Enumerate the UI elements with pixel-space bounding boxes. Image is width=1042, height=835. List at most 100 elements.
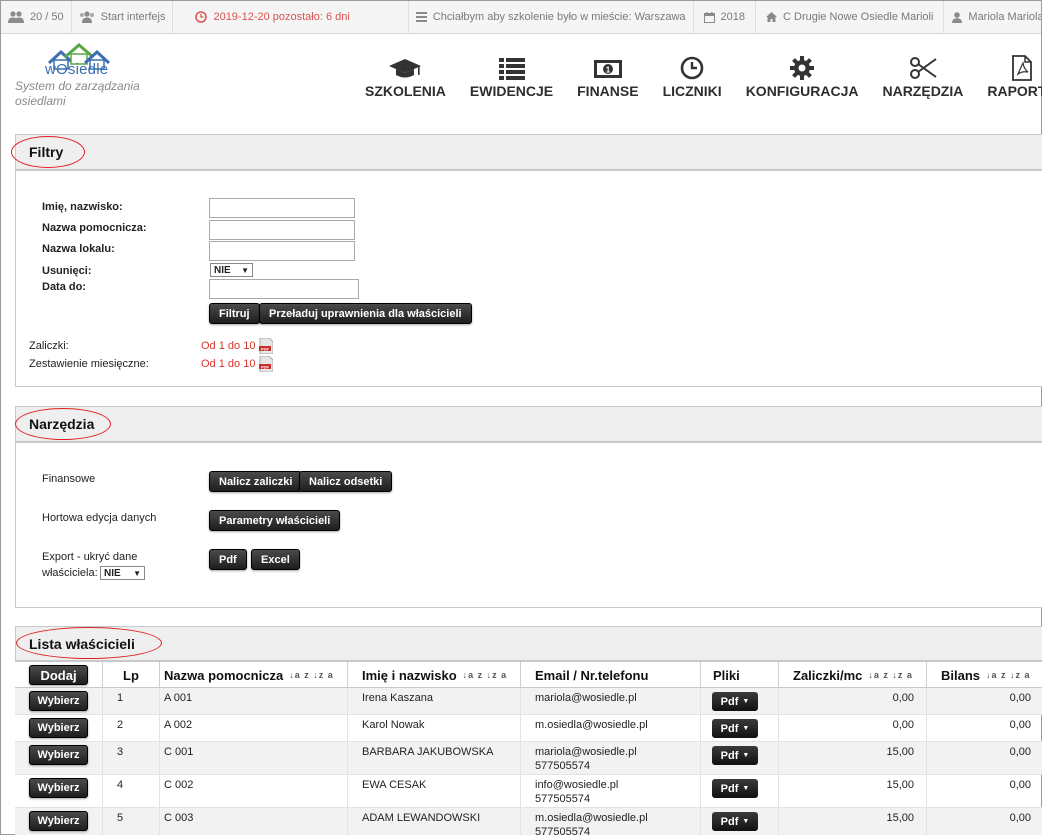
balance-cell: 0,00 xyxy=(1009,746,1031,758)
select-owner-button[interactable]: Wybierz xyxy=(29,745,88,765)
date-input[interactable] xyxy=(209,279,359,299)
export-hide-select[interactable]: NIE ▼ xyxy=(100,566,145,580)
nav-label: FINANSE xyxy=(577,83,639,99)
nav-item-szkolenia[interactable]: SZKOLENIA xyxy=(365,55,446,99)
dropdown-arrow-icon: ▼ xyxy=(241,265,249,275)
select-owner-button[interactable]: Wybierz xyxy=(29,718,88,738)
community-selector[interactable]: C Drugie Nowe Osiedle Marioli xyxy=(756,1,945,33)
sort-icon[interactable]: ↓a z ↓z a xyxy=(868,670,913,680)
sort-icon[interactable]: ↓a z ↓z a xyxy=(986,670,1031,680)
user-menu[interactable]: Mariola Mariola xyxy=(944,1,1041,33)
name-label: Imię, nazwisko: xyxy=(42,201,123,213)
charge-advances-button[interactable]: Nalicz zaliczki xyxy=(209,471,303,492)
pdf-dropdown-button[interactable]: Pdf ▼ xyxy=(712,779,758,798)
email-text[interactable]: info@wosiedle.pl xyxy=(535,778,700,792)
lp-cell: 2 xyxy=(103,715,160,741)
owners-table-header: Dodaj Lp Nazwa pomocnicza ↓a z ↓z a Imię … xyxy=(15,661,1042,688)
phone-text: 577505574 xyxy=(535,760,591,772)
users-count[interactable]: 20 / 50 xyxy=(1,1,72,33)
caret-down-icon: ▼ xyxy=(742,697,750,705)
email-text[interactable]: m.osiedla@wosiedle.pl xyxy=(535,811,700,825)
export-pdf-button[interactable]: Pdf xyxy=(209,549,247,570)
phone-text: 577505574 xyxy=(535,826,591,835)
select-owner-button[interactable]: Wybierz xyxy=(29,778,88,798)
contact-cell: m.osiedla@wosiedle.pl xyxy=(521,715,701,741)
nav-item-ewidencje[interactable]: EWIDENCJE xyxy=(470,55,553,99)
clock-icon xyxy=(680,56,704,80)
export-excel-button[interactable]: Excel xyxy=(251,549,300,570)
owner-params-button[interactable]: Parametry właścicieli xyxy=(209,510,341,531)
select-owner-button[interactable]: Wybierz xyxy=(29,691,88,711)
sort-icon[interactable]: ↓a z ↓z a xyxy=(463,670,508,680)
select-owner-button[interactable]: Wybierz xyxy=(29,811,88,831)
reload-permissions-button[interactable]: Przeładuj uprawnienia dla właścicieli xyxy=(259,303,472,324)
lp-header-text: Lp xyxy=(123,667,139,683)
balance-cell: 0,00 xyxy=(1009,779,1031,791)
deleted-select[interactable]: NIE ▼ xyxy=(210,263,253,277)
pdf-dropdown-label: Pdf xyxy=(720,722,739,735)
balance-column-header[interactable]: Bilans ↓a z ↓z a xyxy=(927,662,1042,688)
aux-name-label: Nazwa pomocnicza: xyxy=(42,222,147,234)
email-text[interactable]: mariola@wosiedle.pl xyxy=(535,745,700,759)
training-wish-link[interactable]: Chciałbym aby szkolenie było w mieście: … xyxy=(409,1,694,33)
advances-link[interactable]: Od 1 do 10 xyxy=(201,340,255,352)
start-interface-link[interactable]: Start interfejs xyxy=(72,1,174,33)
full-name-cell: EWA CESAK xyxy=(348,775,521,807)
pdf-dropdown-button[interactable]: Pdf ▼ xyxy=(712,812,758,831)
charge-interest-button[interactable]: Nalicz odsetki xyxy=(299,471,393,492)
nav-item-finanse[interactable]: 1 FINANSE xyxy=(577,55,639,99)
pdf-icon[interactable]: PDF xyxy=(259,356,273,372)
top-bar: 20 / 50 Start interfejs 2019-12-20 pozos… xyxy=(1,1,1041,34)
name-input[interactable] xyxy=(209,198,355,218)
filters-section-header: Filtry xyxy=(11,134,1042,170)
scissors-icon xyxy=(909,57,937,79)
pdf-dropdown-label: Pdf xyxy=(720,695,739,708)
aux-name-input[interactable] xyxy=(209,220,355,240)
balance-header-text: Bilans xyxy=(941,667,981,683)
aux-name-cell: C 001 xyxy=(160,742,348,774)
license-expiry[interactable]: 2019-12-20 pozostało: 6 dni xyxy=(173,1,409,33)
tools-section-header: Narzędzia xyxy=(15,406,1042,442)
nav-item-konfiguracja[interactable]: KONFIGURACJA xyxy=(746,55,858,99)
email-text[interactable]: mariola@wosiedle.pl xyxy=(535,691,700,705)
tools-panel: Finansowe Nalicz zaliczki Nalicz odsetki… xyxy=(15,442,1042,608)
pdf-dropdown-button[interactable]: Pdf ▼ xyxy=(712,719,758,738)
nav-label: LICZNIKI xyxy=(662,83,722,99)
advances-cell: 15,00 xyxy=(779,808,927,835)
bulk-edit-label: Hortowa edycja danych xyxy=(42,512,157,524)
aux-name-column-header[interactable]: Nazwa pomocnicza ↓a z ↓z a xyxy=(160,662,348,688)
svg-text:1: 1 xyxy=(606,66,611,75)
pdf-icon[interactable]: PDF xyxy=(259,338,273,354)
nav-item-liczniki[interactable]: LICZNIKI xyxy=(663,55,722,99)
full-name-column-header[interactable]: Imię i nazwisko ↓a z ↓z a xyxy=(348,662,521,688)
date-label: Data do: xyxy=(42,281,86,293)
advances-column-header[interactable]: Zaliczki/mc ↓a z ↓z a xyxy=(779,662,927,688)
pdf-dropdown-button[interactable]: Pdf ▼ xyxy=(712,692,758,711)
full-name-cell: ADAM LEWANDOWSKI xyxy=(348,808,521,835)
nav-item-narzedzia[interactable]: NARZĘDZIA xyxy=(882,55,963,99)
pdf-dropdown-button[interactable]: Pdf ▼ xyxy=(712,746,758,765)
monthly-summary-link[interactable]: Od 1 do 10 xyxy=(201,358,255,370)
email-text[interactable]: m.osiedla@wosiedle.pl xyxy=(535,718,700,732)
calendar-icon xyxy=(703,11,715,23)
highlight-ellipse xyxy=(15,408,111,440)
select-cell: Wybierz xyxy=(15,688,103,714)
sort-icon[interactable]: ↓a z ↓z a xyxy=(289,670,334,680)
money-icon: 1 xyxy=(593,60,622,78)
balance-cell: 0,00 xyxy=(1009,692,1031,704)
filter-button[interactable]: Filtruj xyxy=(209,303,260,324)
unit-name-input[interactable] xyxy=(209,241,355,261)
contact-cell: info@wosiedle.pl 577505574 xyxy=(521,775,701,807)
select-cell: Wybierz xyxy=(15,808,103,835)
nav-item-raporty[interactable]: RAPORTY xyxy=(987,55,1042,99)
export-label-line1: Export - ukryć dane xyxy=(42,551,138,563)
unit-name-label: Nazwa lokalu: xyxy=(42,243,115,255)
nav-label: SZKOLENIA xyxy=(365,83,446,99)
logo-text[interactable]: wOsiedle xyxy=(45,61,108,78)
files-cell: Pdf ▼ xyxy=(701,715,779,741)
add-owner-button[interactable]: Dodaj xyxy=(29,665,88,685)
user-name-text: Mariola Mariola xyxy=(968,11,1041,23)
full-name-cell: BARBARA JAKUBOWSKA xyxy=(348,742,521,774)
year-selector[interactable]: 2018 xyxy=(694,1,757,33)
table-row: Wybierz 2 A 002 Karol Nowak m.osiedla@wosied… xyxy=(15,715,1042,742)
